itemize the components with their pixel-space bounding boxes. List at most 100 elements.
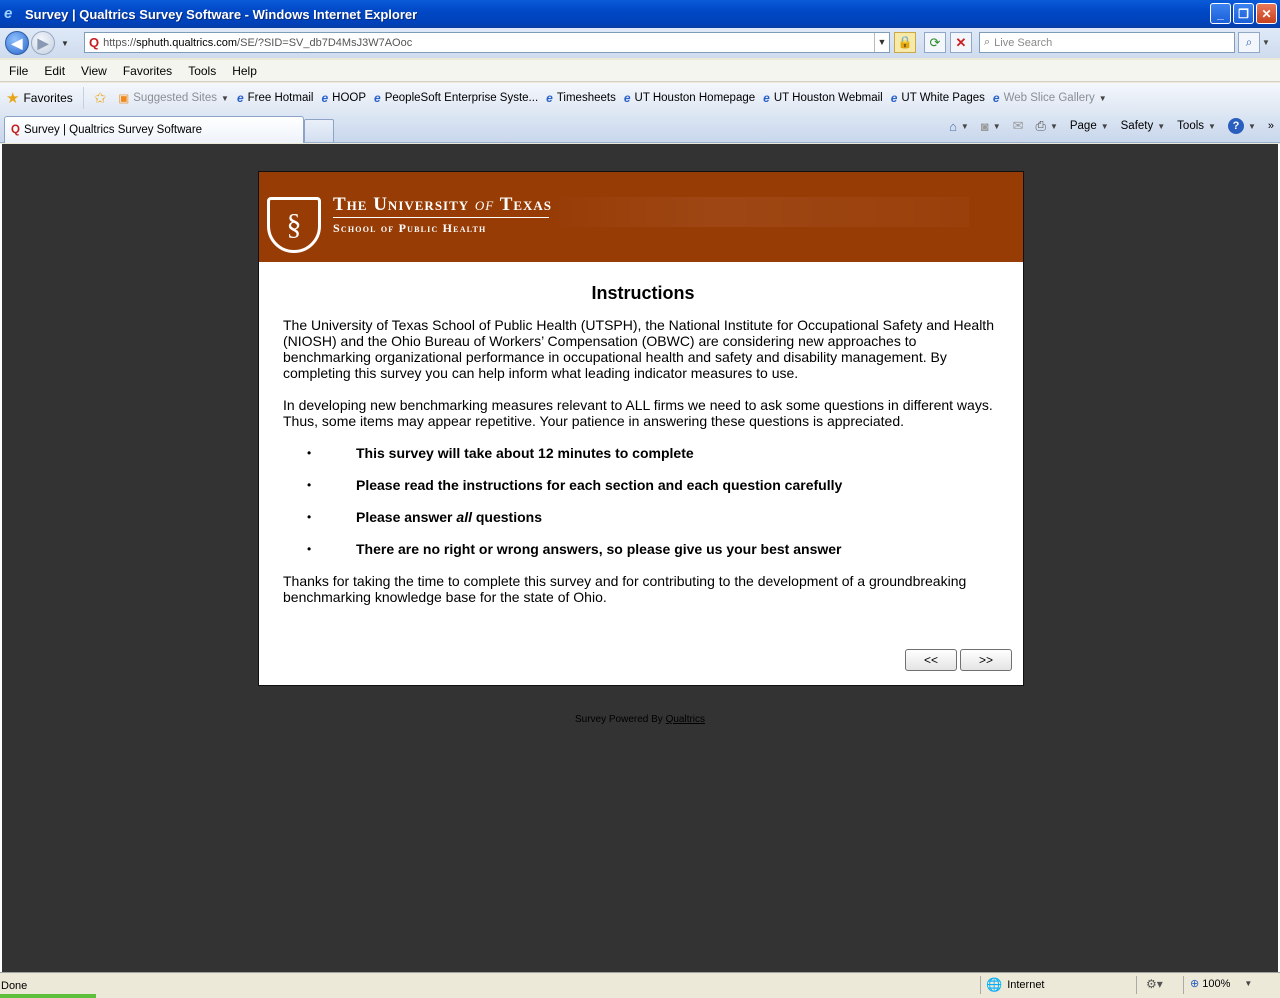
ie-page-icon: e — [374, 91, 381, 105]
address-bar[interactable]: Q https://sphuth.qualtrics.com/SE/?SID=S… — [84, 32, 890, 53]
menu-file[interactable]: File — [0, 64, 35, 78]
chevron-down-icon: ▼ — [960, 121, 969, 131]
menu-help[interactable]: Help — [223, 64, 264, 78]
protected-mode-icon[interactable]: ⚙▾ — [1146, 977, 1163, 991]
menu-view[interactable]: View — [72, 64, 114, 78]
fav-hoop[interactable]: e HOOP — [321, 91, 366, 105]
chevron-down-icon: ▼ — [1100, 121, 1109, 131]
qualtrics-favicon-icon: Q — [11, 124, 20, 136]
page-menu[interactable]: Page ▼ — [1070, 120, 1109, 132]
restore-button[interactable]: ❐ — [1233, 3, 1254, 24]
back-button[interactable]: ◀ — [5, 31, 29, 55]
bullet-text: Please answer — [356, 509, 457, 525]
url-scheme: https:// — [103, 36, 137, 49]
fav-free-hotmail[interactable]: e Free Hotmail — [237, 91, 314, 105]
minimize-button[interactable]: _ — [1210, 3, 1231, 24]
next-page-button[interactable]: >> — [960, 649, 1012, 671]
safety-menu[interactable]: Safety ▼ — [1121, 120, 1166, 132]
status-bar: Done 🌐 Internet ⚙▾ ⊕ 100% ▼ — [0, 972, 1280, 998]
ie-page-icon: e — [763, 91, 770, 105]
home-icon: ⌂ — [949, 118, 957, 134]
fav-ut-houston-webmail[interactable]: e UT Houston Webmail — [763, 91, 883, 105]
window-controls: _ ❐ ✕ — [1210, 3, 1277, 24]
address-dropdown-icon[interactable]: ▼ — [874, 33, 889, 52]
feeds-button[interactable]: ◙ ▼ — [981, 119, 1001, 134]
tools-menu[interactable]: Tools ▼ — [1177, 120, 1216, 132]
home-button[interactable]: ⌂ ▼ — [949, 119, 969, 134]
chevron-down-icon: ▼ — [992, 121, 1001, 131]
search-button[interactable]: ⌕ — [1238, 32, 1260, 53]
survey-instructions: Instructions The University of Texas Sch… — [283, 284, 1003, 621]
printer-icon: ⎙ — [1035, 118, 1046, 133]
address-toolbar: ◀ ▶ ▼ Q https://sphuth.qualtrics.com/SE/… — [0, 28, 1280, 58]
thanks-paragraph: Thanks for taking the time to complete t… — [283, 573, 967, 605]
read-mail-button[interactable]: ✉ — [1013, 118, 1024, 134]
security-zone[interactable]: 🌐 Internet — [986, 977, 1045, 993]
address-url: https://sphuth.qualtrics.com/SE/?SID=SV_… — [103, 37, 412, 49]
help-icon: ? — [1227, 118, 1244, 134]
chevron-down-icon: ▼ — [1208, 121, 1216, 131]
taskbar-strip — [0, 994, 96, 998]
safety-menu-label: Safety — [1120, 120, 1154, 132]
qualtrics-favicon-icon: Q — [89, 35, 100, 50]
security-lock-icon[interactable]: 🔒 — [894, 32, 916, 53]
survey-container: § The University of Texas School of Publ… — [258, 171, 1024, 686]
refresh-icon[interactable]: ⟳ — [924, 32, 946, 53]
zoom-level-button[interactable]: ⊕ 100% ▼ — [1190, 977, 1252, 991]
fav-timesheets[interactable]: e Timesheets — [546, 91, 616, 105]
search-placeholder: Live Search — [994, 36, 1053, 49]
zone-label: Internet — [1007, 979, 1045, 991]
recent-pages-dropdown-icon[interactable]: ▼ — [61, 39, 69, 48]
tab-label: Survey | Qualtrics Survey Software — [23, 124, 203, 136]
help-menu[interactable]: ? ▼ — [1227, 118, 1256, 134]
stop-icon[interactable]: ✕ — [950, 32, 972, 53]
chevron-down-icon: ▼ — [1049, 121, 1058, 131]
forward-button[interactable]: ▶ — [31, 31, 55, 55]
url-path: /SE/?SID=SV_db7D4MsJ3W7AOoc — [237, 36, 413, 49]
new-tab-button[interactable] — [304, 119, 334, 142]
intro-paragraph: The University of Texas School of Public… — [283, 317, 994, 381]
qualtrics-link[interactable]: Qualtrics — [666, 714, 705, 725]
fav-peoplesoft[interactable]: e PeopleSoft Enterprise Syste... — [374, 91, 538, 105]
chevron-down-icon: ▼ — [221, 93, 229, 103]
fav-label: Timesheets — [556, 92, 616, 104]
page-viewport: § The University of Texas School of Publ… — [0, 144, 1280, 972]
fav-web-slice-gallery[interactable]: e Web Slice Gallery ▼ — [993, 91, 1107, 105]
ie-page-icon: e — [623, 91, 631, 105]
fav-ut-white-pages[interactable]: e UT White Pages — [891, 91, 985, 105]
status-separator — [1136, 976, 1137, 994]
university-name-of: of — [474, 194, 495, 215]
page-menu-label: Page — [1069, 120, 1097, 132]
ut-sph-header-banner: § The University of Texas School of Publ… — [259, 172, 1023, 262]
close-window-button[interactable]: ✕ — [1256, 3, 1277, 24]
favorites-button[interactable]: ★ Favorites — [0, 87, 84, 109]
menu-bar: File Edit View Favorites Tools Help — [0, 60, 1280, 82]
survey-navigation: << >> — [905, 649, 1012, 671]
fav-label: Suggested Sites — [133, 92, 218, 104]
tab-survey[interactable]: Q Survey | Qualtrics Survey Software — [4, 116, 304, 143]
menu-edit[interactable]: Edit — [35, 64, 72, 78]
print-button[interactable]: ⎙ ▼ — [1036, 118, 1058, 134]
search-options-dropdown-icon[interactable]: ▼ — [1262, 32, 1274, 53]
favorites-label: Favorites — [23, 91, 73, 105]
live-search-input[interactable]: ⌕ Live Search — [979, 32, 1235, 53]
add-to-favorites-icon[interactable]: ✩ — [94, 89, 107, 107]
menu-favorites[interactable]: Favorites — [114, 64, 179, 78]
school-name: School of Public Health — [333, 221, 487, 235]
banner-decoration — [549, 197, 969, 227]
fav-label: Free Hotmail — [247, 92, 314, 104]
bullet-emphasis: all — [456, 509, 472, 525]
fav-ut-houston-homepage[interactable]: e UT Houston Homepage — [624, 91, 755, 105]
toolbar-overflow-icon[interactable]: » — [1268, 120, 1274, 132]
instructions-list: This survey will take about 12 minutes t… — [283, 445, 1003, 557]
previous-page-button[interactable]: << — [905, 649, 957, 671]
globe-icon: 🌐 — [986, 977, 1003, 992]
status-text: Done — [1, 979, 28, 992]
menu-tools[interactable]: Tools — [179, 64, 223, 78]
fav-suggested-sites[interactable]: ▣ Suggested Sites ▼ — [118, 91, 229, 105]
university-name-part: The University — [333, 194, 470, 215]
list-item: Please answer all questions — [283, 509, 1003, 525]
fav-label: PeopleSoft Enterprise Syste... — [384, 92, 539, 104]
university-name: The University of Texas — [333, 194, 552, 216]
ut-seal-logo-icon: § — [267, 197, 321, 253]
